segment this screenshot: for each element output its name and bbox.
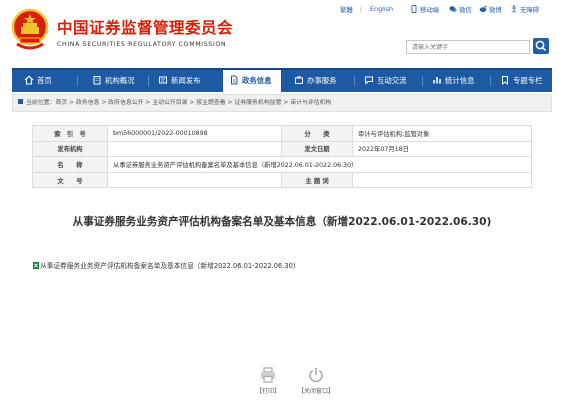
nav-special-topics-label: 专题专栏 <box>513 76 543 85</box>
bookmark-icon <box>502 76 508 85</box>
breadcrumb: 当前位置：首页 > 政务信息 > 政府信息公开 > 主动公开目录 > 按主题查看… <box>12 94 552 112</box>
breadcrumb-separator: > <box>67 100 76 106</box>
breadcrumb-separator: > <box>99 100 109 106</box>
site-title[interactable]: 中国证券监督管理委员会 <box>57 16 233 38</box>
power-icon <box>309 368 323 383</box>
nav-special-topics[interactable]: 专题专栏 <box>500 70 543 92</box>
breadcrumb-prefix: 当前位置： <box>26 100 56 106</box>
docno-label: 文 号 <box>32 171 108 189</box>
chart-icon <box>433 77 441 84</box>
breadcrumb-item-info-disclosure[interactable]: 政府信息公开 <box>108 100 143 106</box>
breadcrumb-item-by-topic[interactable]: 按主题查看 <box>196 100 225 106</box>
location-icon <box>18 99 23 104</box>
nav-home-label: 首页 <box>37 76 52 85</box>
nav-services[interactable]: 办事服务 <box>294 70 337 92</box>
accessibility-icon <box>511 5 517 13</box>
nav-divider <box>354 76 355 86</box>
nav-divider <box>422 76 423 86</box>
info-row: 名 称 从事证券服务业务资产评估机构备案名单及基本信息（新增2022.06.01… <box>32 156 532 173</box>
nav-news-label: 新闻发布 <box>171 76 201 85</box>
category-label: 分 类 <box>281 125 353 142</box>
breadcrumb-separator: > <box>143 100 153 106</box>
nav-news[interactable]: 新闻发布 <box>158 70 201 92</box>
english-link[interactable]: English <box>370 5 393 13</box>
breadcrumb-item-catalog[interactable]: 主动公开目录 <box>152 100 187 106</box>
print-label: 【打印】 <box>255 388 280 395</box>
date-value: 2022年07月18日 <box>352 140 532 158</box>
main-nav: 首页 机构概况 新闻发布 政务信息 办事服务 互动交流 统计信息 专题专栏 <box>12 68 552 92</box>
publisher-value <box>107 140 282 158</box>
nav-government-info[interactable]: 政务信息 <box>223 70 281 92</box>
document-info-table: 索 引 号 bm56000001/2022-00010898 分 类 审计与评估… <box>32 125 532 189</box>
breadcrumb-separator: > <box>187 100 197 106</box>
news-icon <box>159 76 167 84</box>
search-button[interactable] <box>533 38 549 54</box>
nav-about-label: 机构概况 <box>105 76 135 85</box>
wechat-icon <box>449 6 457 12</box>
nav-interaction[interactable]: 互动交流 <box>364 70 407 92</box>
info-row: 文 号 主 题 词 <box>32 171 532 189</box>
keywords-value <box>352 171 532 189</box>
top-link-separator: | <box>360 5 363 13</box>
nav-divider <box>490 76 491 86</box>
nav-about[interactable]: 机构概况 <box>92 70 135 92</box>
breadcrumb-separator: > <box>281 100 291 106</box>
wechat-link[interactable]: 微信 <box>449 5 472 14</box>
date-label: 发文日期 <box>281 140 353 158</box>
mobile-link[interactable]: 移动端 <box>410 5 439 14</box>
index-value: bm56000001/2022-00010898 <box>107 125 282 142</box>
top-links: 繁體 | English 移动端 微信 微博 无障碍 <box>340 5 558 17</box>
nav-divider <box>77 76 78 86</box>
weibo-icon <box>479 5 487 13</box>
site-subtitle: CHINA SECURITIES REGULATORY COMMISSION <box>57 41 227 48</box>
info-row: 索 引 号 bm56000001/2022-00010898 分 类 审计与评估… <box>32 125 532 142</box>
breadcrumb-item-home[interactable]: 首页 <box>55 100 67 106</box>
national-emblem-icon[interactable] <box>11 8 49 50</box>
attachment-label: 从事证券服务业务资产评估机构备案名单及基本信息（新增2022.06.01-202… <box>40 262 296 270</box>
excel-file-icon <box>33 262 39 269</box>
mobile-label: 移动端 <box>420 6 440 14</box>
attachment-link[interactable]: 从事证券服务业务资产评估机构备案名单及基本信息（新增2022.06.01-202… <box>33 260 295 270</box>
docno-value <box>107 171 282 189</box>
breadcrumb-item-audit-evaluation[interactable]: 审计与评估机构 <box>290 100 331 106</box>
wechat-label: 微信 <box>459 6 472 14</box>
nav-divider <box>148 76 149 86</box>
weibo-label: 微博 <box>489 6 502 14</box>
home-icon <box>24 75 34 85</box>
document-icon <box>231 75 238 85</box>
close-window-button[interactable]: 【关闭窗口】 <box>296 366 336 395</box>
site-header: 中国证券监督管理委员会 CHINA SECURITIES REGULATORY … <box>0 0 564 68</box>
nav-statistics-label: 统计信息 <box>445 76 475 85</box>
nav-interaction-label: 互动交流 <box>377 76 407 85</box>
breadcrumb-item-government-info[interactable]: 政务信息 <box>76 100 100 106</box>
category-value: 审计与评估机构;监管对象 <box>352 125 532 142</box>
weibo-link[interactable]: 微博 <box>479 5 502 14</box>
search-icon <box>535 40 546 51</box>
nav-home[interactable]: 首页 <box>24 70 52 92</box>
printer-icon <box>261 367 275 383</box>
mobile-icon <box>411 5 417 13</box>
keywords-label: 主 题 词 <box>281 171 353 189</box>
info-row: 发布机构 发文日期 2022年07月18日 <box>32 140 532 158</box>
accessibility-link[interactable]: 无障碍 <box>510 5 539 14</box>
traditional-chinese-link[interactable]: 繁體 <box>340 5 353 14</box>
name-value: 从事证券服务业务资产评估机构备案名单及基本信息（新增2022.06.01-202… <box>107 156 532 173</box>
name-label: 名 称 <box>32 156 108 173</box>
print-button[interactable]: 【打印】 <box>248 366 288 395</box>
index-label: 索 引 号 <box>32 125 108 142</box>
accessibility-label: 无障碍 <box>520 6 540 14</box>
nav-statistics[interactable]: 统计信息 <box>432 70 475 92</box>
publisher-label: 发布机构 <box>32 140 108 158</box>
service-icon <box>295 76 303 84</box>
chat-icon <box>365 76 373 85</box>
close-window-label: 【关闭窗口】 <box>297 388 334 395</box>
search-input[interactable] <box>406 40 530 54</box>
nav-services-label: 办事服务 <box>307 76 337 85</box>
document-title: 从事证券服务业务资产评估机构备案名单及基本信息（新增2022.06.01-202… <box>72 216 492 228</box>
building-icon <box>93 76 101 85</box>
breadcrumb-item-securities-service[interactable]: 证券服务机构监管 <box>234 100 281 106</box>
nav-government-info-label: 政务信息 <box>242 76 272 85</box>
